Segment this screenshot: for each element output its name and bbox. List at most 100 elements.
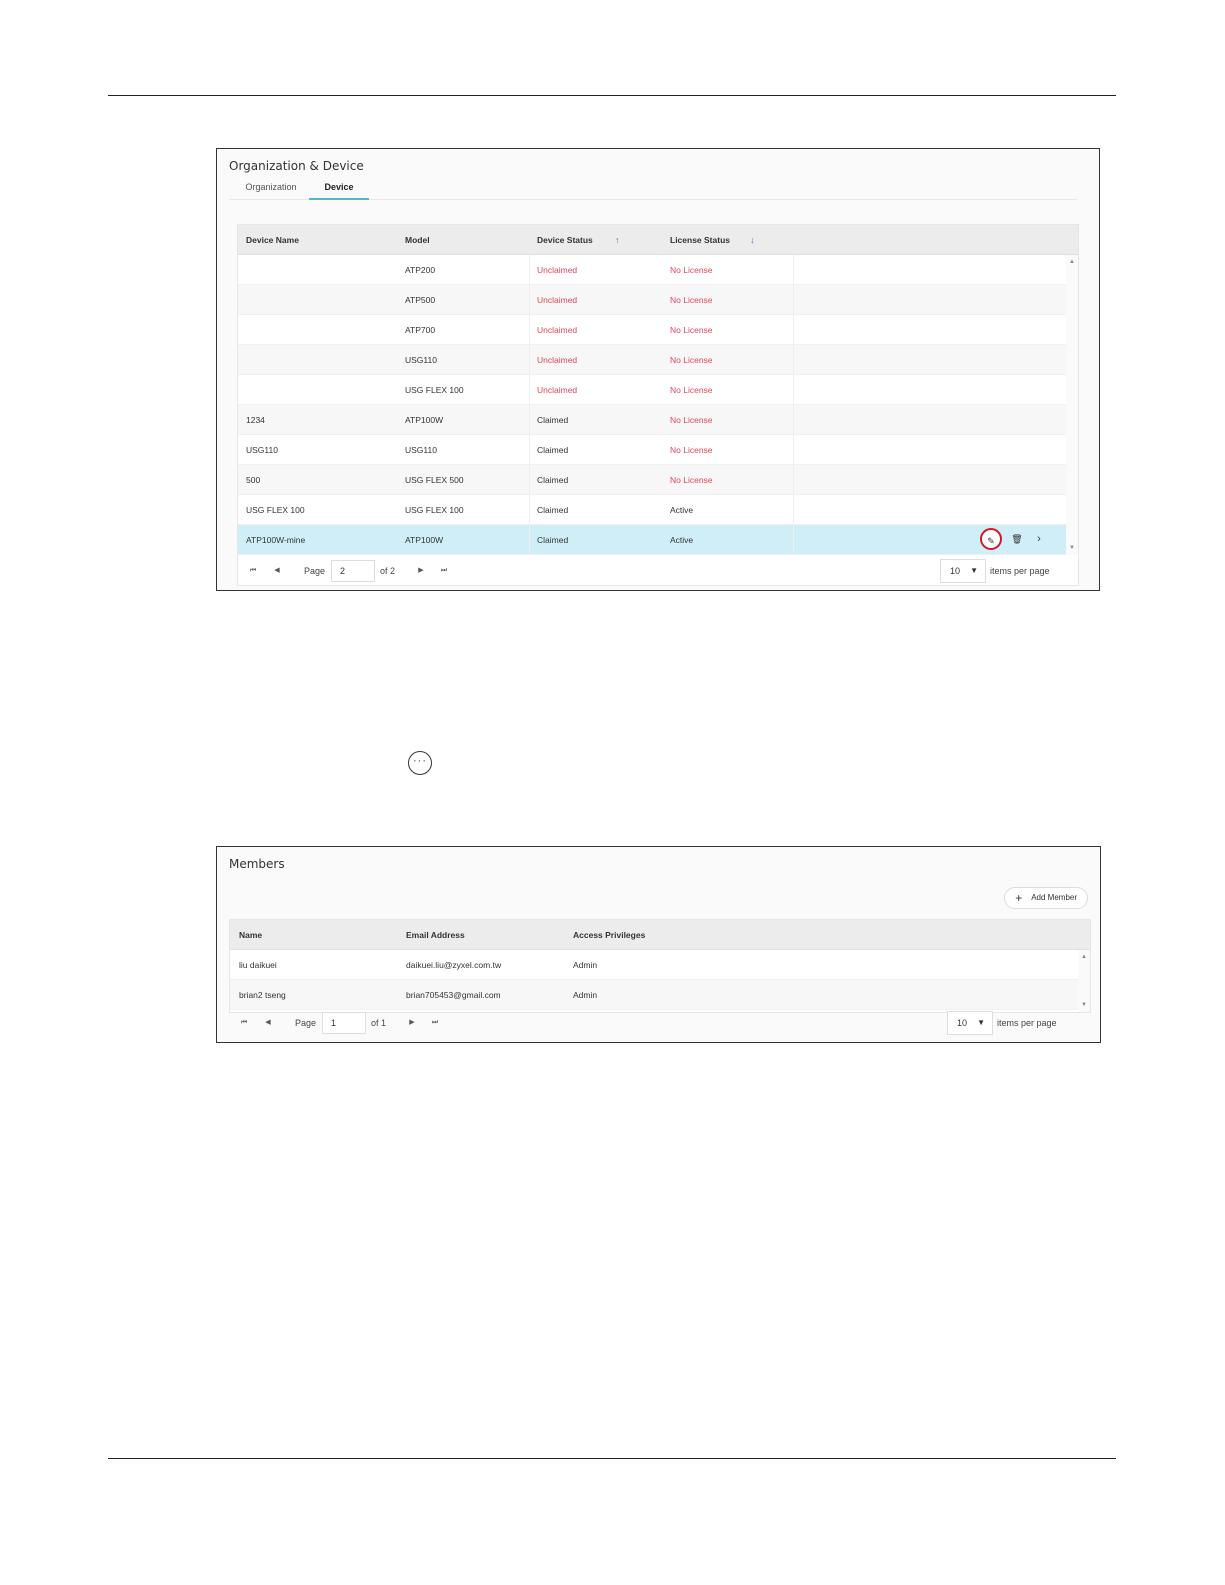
cell-license: No License (670, 385, 713, 395)
previous-page-icon[interactable]: ◀ (270, 564, 284, 578)
cell-name: brian2 tseng (239, 990, 286, 1000)
cell-access: Admin (573, 990, 598, 1000)
cell-license: No License (670, 415, 713, 425)
next-page-icon[interactable]: ▶ (414, 564, 428, 578)
scroll-down-icon[interactable]: ▼ (1066, 545, 1078, 551)
table-body: liu daikuei daikuei.liu@zyxel.com.tw Admin… (230, 950, 1078, 1010)
first-page-icon[interactable]: ⏮ (246, 564, 260, 578)
sort-ascending-icon[interactable]: ↑ (615, 225, 620, 255)
device-table: Device Name Model Device Status ↑ Licens… (237, 224, 1079, 586)
items-per-page-select[interactable]: 10 ▼ (947, 1011, 993, 1035)
cell-license: No License (670, 475, 713, 485)
last-page-icon[interactable]: ⏭ (437, 564, 451, 578)
organization-device-panel: Organization & Device Organization Devic… (216, 148, 1100, 591)
cell-license: No License (670, 445, 713, 455)
first-page-icon[interactable]: ⏮ (237, 1016, 251, 1030)
cell-model: USG110 (405, 355, 437, 365)
items-per-page-value: 10 (950, 566, 961, 576)
page-label: Page (295, 1018, 317, 1028)
column-header-label: Device Status (537, 235, 593, 245)
cell-status: Claimed (537, 415, 569, 425)
table-row[interactable]: ATP700 Unclaimed No License (238, 315, 1066, 345)
page-input[interactable]: 2 (331, 560, 375, 582)
page-total: of 1 (371, 1018, 387, 1028)
add-member-button[interactable]: + Add Member (1004, 887, 1088, 909)
cell-license: No License (670, 295, 713, 305)
column-header-license-status[interactable]: License Status ↓ (670, 225, 770, 255)
last-page-icon[interactable]: ⏭ (428, 1016, 442, 1030)
column-header-name[interactable]: Name (239, 920, 262, 950)
page-total: of 2 (380, 566, 396, 576)
vertical-scrollbar[interactable]: ▲ ▼ (1078, 950, 1090, 1012)
next-page-icon[interactable]: ▶ (405, 1016, 419, 1030)
cell-model: ATP200 (405, 265, 436, 275)
items-per-page-value: 10 (957, 1018, 968, 1028)
table-header: Device Name Model Device Status ↑ Licens… (238, 225, 1078, 255)
scroll-up-icon[interactable]: ▲ (1066, 259, 1078, 265)
table-row[interactable]: liu daikuei daikuei.liu@zyxel.com.tw Admin (230, 950, 1078, 980)
cell-license: Active (670, 505, 694, 515)
scroll-up-icon[interactable]: ▲ (1078, 954, 1090, 960)
cell-model: ATP700 (405, 325, 436, 335)
table-body: ATP200 Unclaimed No License ATP500 Unclaimed… (238, 255, 1066, 555)
cell-email: brian705453@gmail.com (406, 990, 501, 1000)
column-header-device-status[interactable]: Device Status ↑ (537, 225, 637, 255)
table-row[interactable]: USG110 USG110 Claimed No License (238, 435, 1066, 465)
tab-organization[interactable]: Organization (237, 182, 305, 200)
cell-license: No License (670, 265, 713, 275)
cell-access: Admin (573, 960, 598, 970)
table-row[interactable]: 500 USG FLEX 500 Claimed No License (238, 465, 1066, 495)
table-row[interactable]: ATP500 Unclaimed No License (238, 285, 1066, 315)
cell-status: Unclaimed (537, 265, 578, 275)
table-row[interactable]: brian2 tseng brian705453@gmail.com Admin (230, 980, 1078, 1010)
tab-device[interactable]: Device (309, 182, 369, 200)
cell-name: liu daikuei (239, 960, 277, 970)
table-row[interactable]: ATP200 Unclaimed No License (238, 255, 1066, 285)
chevron-right-icon[interactable]: › (1028, 528, 1050, 550)
column-header-label: License Status (670, 235, 730, 245)
previous-page-icon[interactable]: ◀ (261, 1016, 275, 1030)
tab-bar: Organization Device (229, 182, 1077, 200)
edit-icon[interactable]: ✎ (980, 528, 1002, 550)
table-row[interactable]: ATP100W-mine ATP100W Claimed Active ✎ 🗑 › (238, 525, 1066, 555)
cell-status: Unclaimed (537, 385, 578, 395)
header-rule (108, 95, 1116, 96)
trash-icon[interactable]: 🗑 (1006, 528, 1028, 550)
cell-status: Claimed (537, 505, 569, 515)
table-row[interactable]: USG110 Unclaimed No License (238, 345, 1066, 375)
column-header-model[interactable]: Model (405, 225, 430, 255)
chevron-down-icon: ▼ (970, 566, 978, 575)
vertical-scrollbar[interactable]: ▲ ▼ (1066, 255, 1078, 555)
column-header-device-name[interactable]: Device Name (246, 225, 299, 255)
column-divider (793, 225, 794, 555)
more-horizontal-icon: ··· (408, 751, 432, 775)
pagination-bar: ⏮ ◀ Page 2 of 2 ▶ ⏭ 10 ▼ items per page (238, 555, 1078, 587)
cell-license: Active (670, 535, 694, 545)
column-header-email[interactable]: Email Address (406, 920, 465, 950)
cell-model: USG FLEX 100 (405, 385, 464, 395)
cell-license: No License (670, 355, 713, 365)
items-per-page-select[interactable]: 10 ▼ (940, 559, 986, 583)
cell-status: Claimed (537, 535, 569, 545)
row-actions: ✎ 🗑 › (974, 528, 1054, 552)
cell-name: USG110 (246, 445, 278, 455)
cell-status: Claimed (537, 445, 569, 455)
sort-descending-icon[interactable]: ↓ (750, 225, 755, 255)
table-row[interactable]: USG FLEX 100 USG FLEX 100 Claimed Active (238, 495, 1066, 525)
page-input[interactable]: 1 (322, 1012, 366, 1034)
table-row[interactable]: USG FLEX 100 Unclaimed No License (238, 375, 1066, 405)
table-header: Name Email Address Access Privileges (230, 920, 1090, 950)
column-header-access[interactable]: Access Privileges (573, 920, 645, 950)
add-member-label: Add Member (1031, 893, 1077, 902)
cell-status: Unclaimed (537, 325, 578, 335)
cell-status: Claimed (537, 475, 569, 485)
plus-icon: + (1015, 891, 1023, 905)
cell-name: 1234 (246, 415, 265, 425)
items-per-page-label: items per page (990, 566, 1050, 576)
cell-license: No License (670, 325, 713, 335)
table-row[interactable]: 1234 ATP100W Claimed No License (238, 405, 1066, 435)
cell-model: ATP100W (405, 535, 444, 545)
cell-model: ATP500 (405, 295, 436, 305)
cell-name: ATP100W-mine (246, 535, 306, 545)
chevron-down-icon: ▼ (977, 1018, 985, 1027)
